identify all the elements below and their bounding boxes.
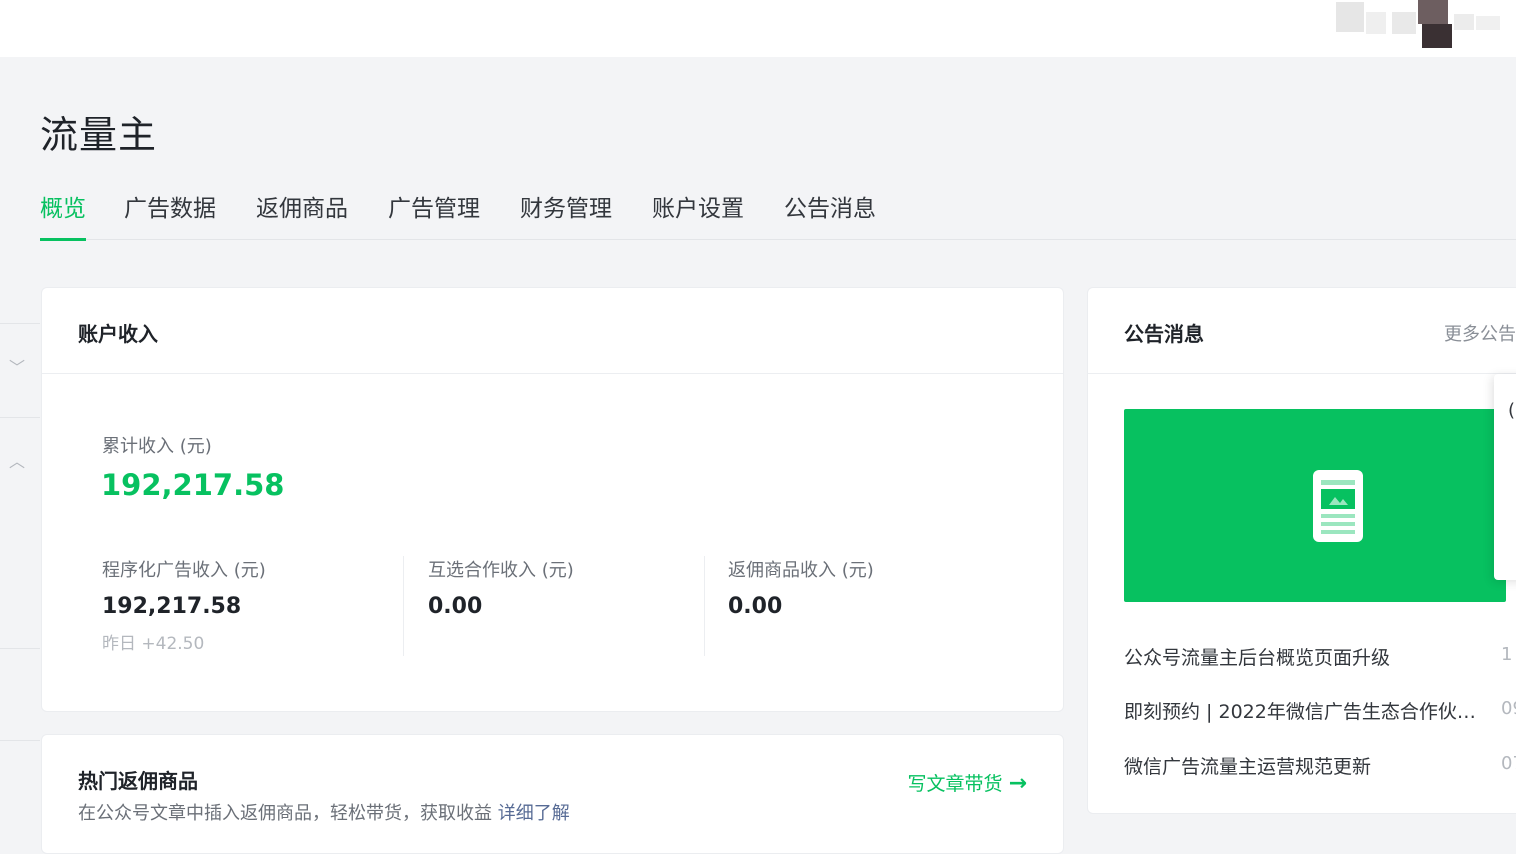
programmatic-ad-income: 程序化广告收入 (元) 192,217.58 昨日 +42.50	[102, 556, 266, 656]
chevron-down-icon[interactable]: ﹀	[8, 359, 26, 377]
avatar-blur-block	[1392, 12, 1416, 34]
stat-value: 0.00	[428, 594, 483, 619]
stat-divider	[704, 556, 705, 656]
avatar-blur-block	[1476, 16, 1500, 30]
card-header: 公告消息 更多公告	[1088, 288, 1516, 374]
avatar-blur-block	[1422, 24, 1452, 48]
tab-announcements[interactable]: 公告消息	[784, 188, 876, 240]
sidebar-divider	[0, 648, 40, 649]
sidebar-divider	[0, 417, 40, 418]
document-icon	[1313, 470, 1363, 542]
carousel-popover[interactable]: (	[1494, 374, 1516, 580]
write-article-button[interactable]: 写文章带货 →	[908, 769, 1027, 796]
stat-label: 互选合作收入 (元)	[428, 560, 574, 581]
stat-label: 返佣商品收入 (元)	[728, 560, 874, 581]
tab-ad-data[interactable]: 广告数据	[124, 188, 216, 240]
announcement-item[interactable]: 公众号流量主后台概览页面升级	[1124, 643, 1494, 670]
learn-more-link[interactable]: 详细了解	[498, 803, 570, 824]
card-header: 账户收入	[42, 288, 1063, 374]
card-title: 热门返佣商品	[78, 769, 198, 793]
announcement-item[interactable]: 微信广告流量主运营规范更新	[1124, 752, 1494, 779]
stat-yesterday-change: 昨日 +42.50	[102, 634, 205, 654]
avatar-blur-block	[1418, 0, 1448, 24]
card-description: 在公众号文章中插入返佣商品，轻松带货，获取收益 详细了解	[78, 799, 570, 825]
account-income-card: 账户收入 累计收入 (元) 192,217.58 程序化广告收入 (元) 192…	[41, 287, 1064, 712]
description-text: 在公众号文章中插入返佣商品，轻松带货，获取收益	[78, 803, 492, 824]
announcement-item[interactable]: 即刻预约 | 2022年微信广告生态合作伙伴大会	[1124, 697, 1494, 724]
chevron-up-icon[interactable]: ︿	[8, 453, 26, 471]
more-announcements-link[interactable]: 更多公告	[1444, 320, 1516, 346]
announcements-card: 公告消息 更多公告 ( 公众号流量主后台概览页面升级 1 即刻预约 | 2022…	[1087, 287, 1516, 814]
hot-commission-products-card: 热门返佣商品 在公众号文章中插入返佣商品，轻松带货，获取收益 详细了解 写文章带…	[41, 734, 1064, 854]
tab-bar: 概览 广告数据 返佣商品 广告管理 财务管理 账户设置 公告消息	[40, 188, 1516, 241]
stat-label: 程序化广告收入 (元)	[102, 560, 266, 581]
avatar-blur-block	[1336, 2, 1364, 32]
stat-divider	[403, 556, 404, 656]
total-income-value: 192,217.58	[101, 468, 285, 502]
arrow-right-icon: →	[1008, 771, 1027, 796]
tab-ad-management[interactable]: 广告管理	[388, 188, 480, 240]
tab-overview[interactable]: 概览	[40, 188, 86, 241]
popover-glyph: (	[1508, 400, 1516, 421]
card-title: 账户收入	[78, 322, 158, 346]
write-article-label: 写文章带货	[907, 773, 1003, 795]
stat-value: 192,217.58	[102, 594, 242, 619]
mutual-selection-income: 互选合作收入 (元) 0.00	[428, 556, 574, 656]
tab-finance-management[interactable]: 财务管理	[520, 188, 612, 240]
announcement-date: 09	[1501, 698, 1516, 719]
left-sidebar-rail: ﹀ ︿	[0, 323, 40, 818]
sidebar-divider	[0, 323, 40, 324]
avatar[interactable]	[1326, 0, 1516, 48]
announcement-date: 07	[1501, 753, 1516, 774]
commission-product-income: 返佣商品收入 (元) 0.00	[728, 556, 874, 656]
tab-account-settings[interactable]: 账户设置	[652, 188, 744, 240]
top-bar	[0, 0, 1516, 57]
announcement-banner[interactable]	[1124, 409, 1506, 602]
card-title: 公告消息	[1124, 322, 1204, 346]
stat-value: 0.00	[728, 594, 783, 619]
total-income-label: 累计收入 (元)	[102, 436, 212, 457]
avatar-blur-block	[1454, 14, 1474, 30]
page-title: 流量主	[40, 113, 158, 157]
avatar-blur-block	[1366, 12, 1386, 34]
sidebar-divider	[0, 740, 40, 741]
tab-commission-products[interactable]: 返佣商品	[256, 188, 348, 240]
announcement-date: 1	[1501, 644, 1513, 665]
